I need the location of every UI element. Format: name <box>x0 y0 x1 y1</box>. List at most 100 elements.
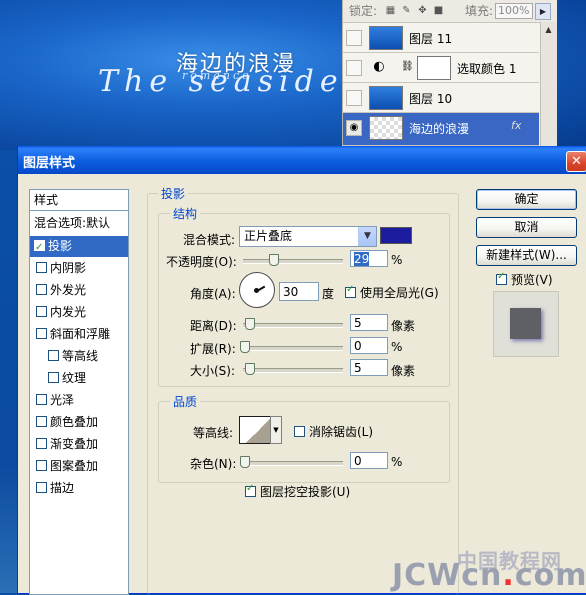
layer-row[interactable]: ◐ ⛓ 选取颜色 1 <box>343 53 539 83</box>
chain-link-icon[interactable]: ⛓ <box>401 61 414 72</box>
style-item-texture[interactable]: 纹理 <box>44 368 126 389</box>
canvas-left-strip <box>0 150 18 593</box>
layer-name: 图层 10 <box>409 92 453 106</box>
style-item-inner-glow[interactable]: 内发光 <box>32 302 126 323</box>
style-checkbox[interactable] <box>48 372 59 383</box>
distance-slider-thumb[interactable] <box>245 318 255 330</box>
style-item-gradient-overlay[interactable]: 渐变叠加 <box>32 434 126 455</box>
distance-slider-track[interactable] <box>243 323 343 328</box>
distance-unit: 像素 <box>391 319 416 333</box>
size-input[interactable]: 5 <box>350 359 388 376</box>
style-label: 投影 <box>48 239 73 253</box>
close-button[interactable]: ✕ <box>566 151 586 172</box>
style-checkbox[interactable] <box>36 394 47 405</box>
checkbox-icon[interactable] <box>345 284 356 298</box>
style-item-stroke[interactable]: 描边 <box>32 478 126 499</box>
layer-name: 选取颜色 1 <box>457 62 517 76</box>
style-item-bevel-emboss[interactable]: 斜面和浮雕 <box>32 324 126 345</box>
cancel-button[interactable]: 取消 <box>476 217 577 238</box>
angle-dial[interactable] <box>239 272 275 308</box>
layer-mask-thumbnail <box>417 56 451 80</box>
contour-chevron-icon[interactable]: ▼ <box>270 416 282 444</box>
checkbox-icon[interactable] <box>294 426 305 437</box>
style-checkbox[interactable] <box>36 482 47 493</box>
noise-slider-thumb[interactable] <box>240 456 250 468</box>
fx-icon[interactable]: fx <box>511 119 521 132</box>
visibility-toggle[interactable] <box>346 60 362 76</box>
style-item-inner-shadow[interactable]: 内阴影 <box>32 258 126 279</box>
style-checkbox[interactable] <box>48 350 59 361</box>
style-item-drop-shadow[interactable]: 投影 <box>30 236 128 258</box>
style-checkbox[interactable] <box>36 460 47 471</box>
distance-input[interactable]: 5 <box>350 314 388 331</box>
lock-move-icon[interactable]: ✥ <box>417 5 428 16</box>
spread-input[interactable]: 0 <box>350 337 388 354</box>
size-slider-thumb[interactable] <box>245 363 255 375</box>
knockout-checkbox[interactable]: 图层挖空投影(U) <box>245 483 350 500</box>
layer-row[interactable]: 图层 11 <box>343 23 539 53</box>
style-checkbox[interactable] <box>36 306 47 317</box>
spread-slider-track[interactable] <box>243 346 343 351</box>
style-checkbox[interactable] <box>34 237 45 258</box>
knockout-label: 图层挖空投影(U) <box>260 485 351 499</box>
style-item-color-overlay[interactable]: 颜色叠加 <box>32 412 126 433</box>
fill-input[interactable]: 100% <box>495 3 533 19</box>
style-checkbox[interactable] <box>36 328 47 339</box>
checkbox-icon[interactable] <box>496 271 507 285</box>
style-label: 等高线 <box>62 349 99 363</box>
style-label: 斜面和浮雕 <box>50 327 111 341</box>
style-item-contour[interactable]: 等高线 <box>44 346 126 367</box>
noise-slider-track[interactable] <box>243 461 343 466</box>
style-item-satin[interactable]: 光泽 <box>32 390 126 411</box>
opacity-slider-track[interactable] <box>243 259 343 264</box>
lock-label: 锁定: <box>349 4 378 18</box>
style-label: 外发光 <box>50 283 87 297</box>
watermark-line2: JCWcn.com <box>392 558 586 593</box>
fill-arrow-icon[interactable]: ▶ <box>535 3 551 20</box>
antialias-label: 消除锯齿(L) <box>309 425 374 439</box>
layer-row-selected[interactable]: ◉ 海边的浪漫 fx <box>343 113 539 146</box>
style-checkbox[interactable] <box>36 416 47 427</box>
preview-checkbox[interactable]: 预览(V) <box>496 271 553 288</box>
dialog-titlebar[interactable]: 图层样式 ✕ <box>18 146 586 174</box>
global-light-checkbox[interactable]: 使用全局光(G) <box>345 284 439 301</box>
checkbox-icon[interactable] <box>245 483 256 497</box>
angle-label: 角度(A): <box>190 287 236 301</box>
opacity-slider-thumb[interactable] <box>269 254 279 266</box>
lock-all-icon[interactable]: ■ <box>433 5 444 16</box>
eye-icon[interactable]: ◉ <box>346 120 362 136</box>
size-slider-track[interactable] <box>243 368 343 373</box>
lock-paint-icon[interactable]: ✎ <box>401 5 412 16</box>
blending-options-item[interactable]: 混合选项:默认 <box>30 213 128 234</box>
style-item-pattern-overlay[interactable]: 图案叠加 <box>32 456 126 477</box>
angle-center-dot <box>254 288 259 293</box>
shadow-color-swatch[interactable] <box>380 227 412 244</box>
noise-input[interactable]: 0 <box>350 452 388 469</box>
chevron-down-icon[interactable]: ▼ <box>358 227 376 246</box>
blend-mode-select[interactable]: 正片叠底 ▼ <box>239 226 377 247</box>
scroll-up-icon[interactable]: ▲ <box>542 23 555 36</box>
layers-scrollbar[interactable]: ▲ <box>540 22 557 146</box>
style-checkbox[interactable] <box>36 262 47 273</box>
opacity-input[interactable]: 29 <box>350 250 388 267</box>
layers-panel: 锁定: ▦ ✎ ✥ ■ 填充: 100% ▶ 图层 11 ◐ ⛓ 选取颜色 1 … <box>342 0 557 146</box>
preview-square <box>510 308 541 339</box>
layer-thumbnail <box>369 86 403 110</box>
ok-button[interactable]: 确定 <box>476 189 577 210</box>
style-item-outer-glow[interactable]: 外发光 <box>32 280 126 301</box>
watermark-part: JCWcn <box>392 558 503 593</box>
new-style-button[interactable]: 新建样式(W)... <box>476 245 577 266</box>
layer-row[interactable]: 图层 10 <box>343 83 539 113</box>
visibility-toggle[interactable] <box>346 30 362 46</box>
opacity-label: 不透明度(O): <box>166 255 237 269</box>
angle-input[interactable]: 30 <box>279 282 319 301</box>
styles-header[interactable]: 样式 <box>30 190 128 211</box>
antialias-checkbox[interactable]: 消除锯齿(L) <box>294 423 373 440</box>
style-checkbox[interactable] <box>36 284 47 295</box>
spread-slider-thumb[interactable] <box>240 341 250 353</box>
watermark-dot: . <box>502 558 515 593</box>
lock-transparency-icon[interactable]: ▦ <box>385 5 396 16</box>
visibility-toggle[interactable] <box>346 90 362 106</box>
quality-title: 品质 <box>170 393 201 410</box>
style-checkbox[interactable] <box>36 438 47 449</box>
